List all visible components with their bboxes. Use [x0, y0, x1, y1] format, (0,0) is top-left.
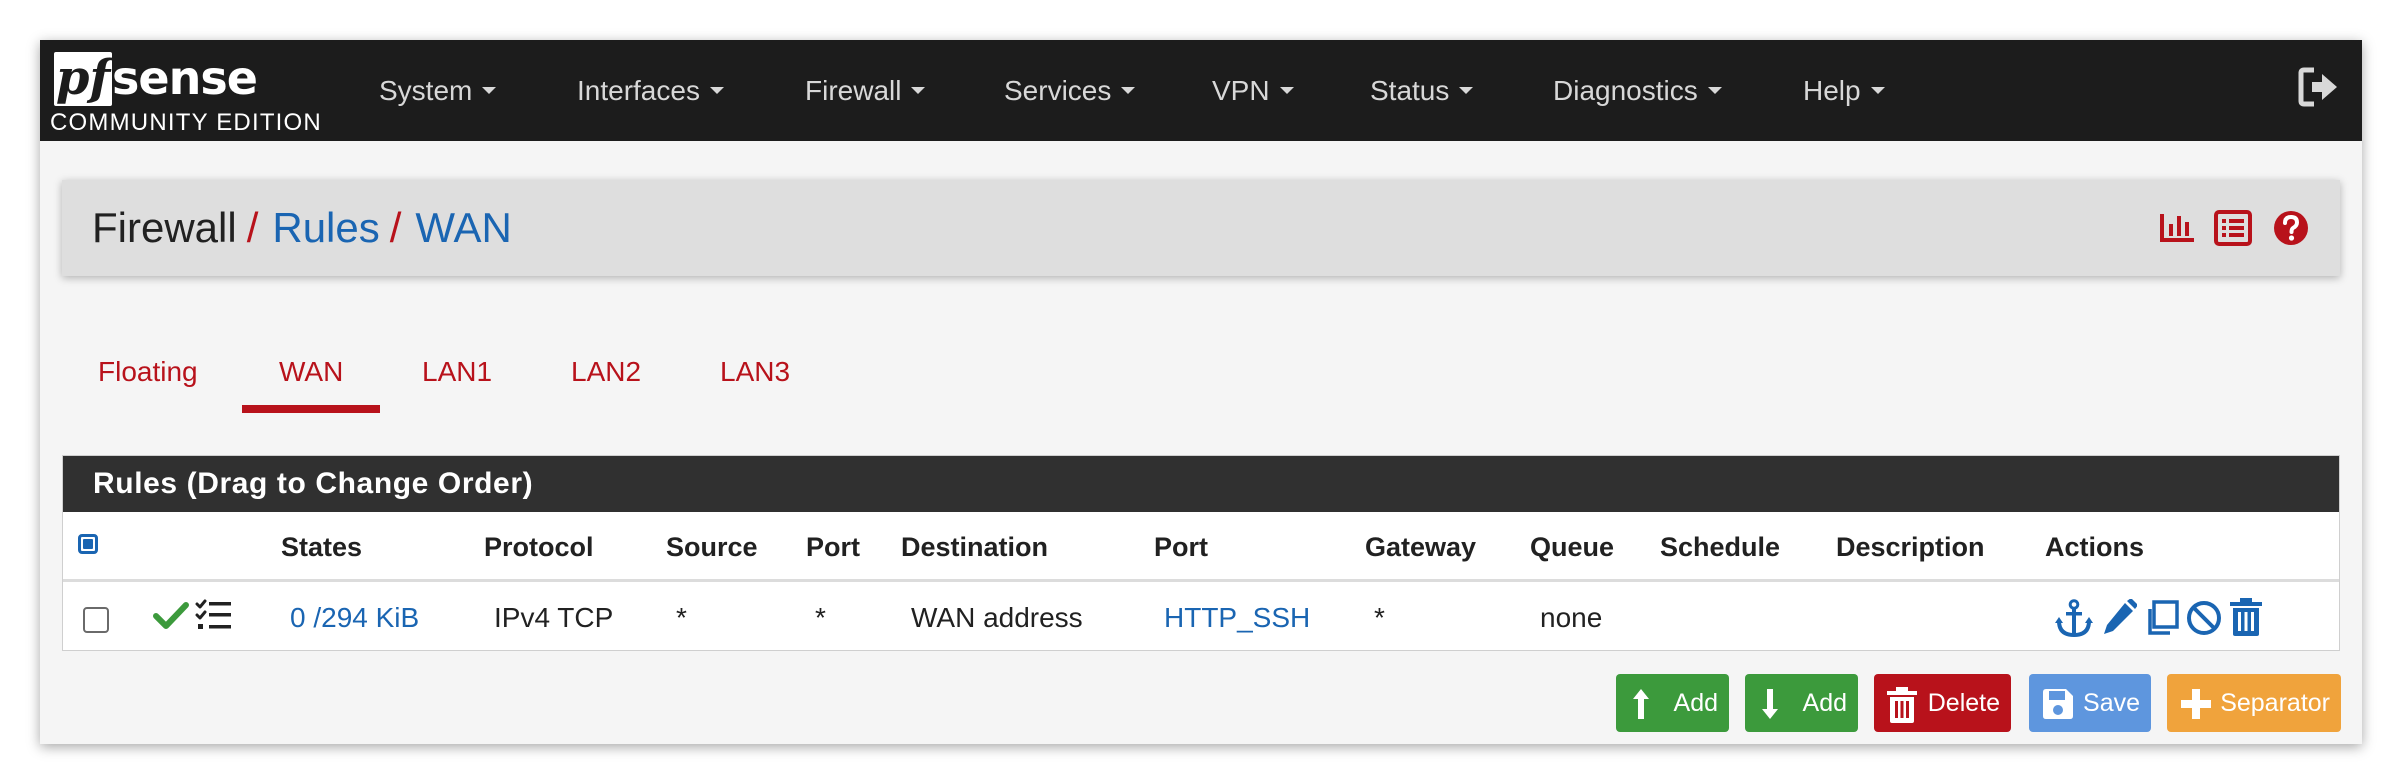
caret-down-icon [1459, 87, 1474, 95]
sign-out-icon[interactable] [2298, 66, 2340, 108]
rules-panel-title: Rules (Drag to Change Order) [63, 456, 2339, 512]
col-destination[interactable]: Destination [901, 512, 1048, 582]
logo-edition: COMMUNITY EDITION [50, 109, 322, 136]
caret-down-icon [1870, 87, 1885, 95]
add-top-label: Add [1673, 689, 1718, 717]
nav-vpn[interactable]: VPN [1212, 40, 1294, 141]
caret-down-icon [911, 87, 926, 95]
tab-lan3[interactable]: LAN3 [720, 352, 790, 392]
add-separator-button[interactable]: Separator [2167, 674, 2341, 732]
anchor-icon[interactable] [2055, 599, 2093, 639]
nav-services[interactable]: Services [1004, 40, 1136, 141]
breadcrumb-rules-link[interactable]: Rules [272, 204, 379, 251]
breadcrumb-separator: / [246, 204, 259, 251]
save-icon [2043, 689, 2073, 719]
col-protocol[interactable]: Protocol [484, 512, 594, 582]
nav-status-label: Status [1370, 75, 1450, 106]
col-actions: Actions [2045, 532, 2145, 562]
browser-page: pf sense COMMUNITY EDITION System Interf… [40, 40, 2362, 744]
logo-pf-mark: pf [54, 50, 112, 106]
save-button[interactable]: Save [2029, 674, 2151, 732]
cell-gateway: * [1374, 602, 1385, 633]
caret-down-icon [1707, 87, 1722, 95]
tab-lan1[interactable]: LAN1 [422, 352, 492, 392]
rules-table-header: States Protocol Source Port Destination … [63, 512, 2339, 582]
arrow-down-icon [1762, 689, 1778, 719]
row-checkbox[interactable] [83, 607, 109, 633]
logo-wordmark: sense [112, 51, 258, 105]
ban-icon[interactable] [2185, 599, 2223, 637]
pencil-icon[interactable] [2101, 599, 2137, 637]
tab-lan2[interactable]: LAN2 [571, 352, 641, 392]
tab-wan[interactable]: WAN [279, 352, 343, 392]
separator-label: Separator [2220, 689, 2330, 717]
col-states[interactable]: States [281, 512, 362, 582]
tasks-icon[interactable] [195, 599, 233, 633]
add-top-button[interactable]: Add [1616, 674, 1729, 732]
cell-states[interactable]: 0 /294 KiB [290, 585, 419, 651]
breadcrumb-wan-link[interactable]: WAN [415, 204, 511, 251]
cell-protocol: IPv4 TCP [494, 602, 614, 633]
pfsense-logo[interactable]: pf sense COMMUNITY EDITION [50, 48, 340, 136]
col-source-port[interactable]: Port [806, 512, 860, 582]
cell-source: * [676, 602, 687, 633]
nav-help[interactable]: Help [1803, 40, 1885, 141]
col-dest-port[interactable]: Port [1154, 512, 1208, 582]
nav-status[interactable]: Status [1370, 40, 1474, 141]
plus-icon [2181, 689, 2211, 719]
col-schedule[interactable]: Schedule [1660, 512, 1780, 582]
cell-source-port: * [815, 602, 826, 633]
trash-icon[interactable] [2229, 597, 2263, 637]
nav-interfaces-label: Interfaces [577, 75, 700, 106]
col-description[interactable]: Description [1836, 512, 1985, 582]
nav-services-label: Services [1004, 75, 1112, 106]
bar-chart-icon[interactable] [2158, 210, 2196, 246]
nav-system[interactable]: System [379, 40, 497, 141]
col-gateway[interactable]: Gateway [1365, 512, 1476, 582]
help-icon[interactable] [2272, 210, 2310, 246]
cell-destination: WAN address [911, 602, 1083, 633]
arrow-up-icon [1633, 689, 1649, 719]
caret-down-icon [482, 87, 497, 95]
active-tab-indicator [242, 405, 380, 413]
breadcrumb: Firewall / Rules / WAN [92, 180, 512, 276]
breadcrumb-panel: Firewall / Rules / WAN [62, 180, 2340, 276]
trash-icon [1887, 687, 1917, 723]
save-label: Save [2083, 689, 2140, 717]
rules-panel: Rules (Drag to Change Order) States Prot… [62, 455, 2340, 651]
check-icon [153, 602, 189, 629]
nav-diagnostics-label: Diagnostics [1553, 75, 1698, 106]
nav-system-label: System [379, 75, 473, 106]
breadcrumb-root: Firewall [92, 204, 237, 251]
nav-diagnostics[interactable]: Diagnostics [1553, 40, 1722, 141]
nav-firewall[interactable]: Firewall [805, 40, 926, 141]
nav-interfaces[interactable]: Interfaces [577, 40, 724, 141]
delete-button[interactable]: Delete [1874, 674, 2011, 732]
table-row[interactable]: 0 /294 KiB IPv4 TCP * * WAN address HTTP… [63, 585, 2339, 651]
tab-floating[interactable]: Floating [98, 352, 198, 392]
add-bottom-button[interactable]: Add [1745, 674, 1858, 732]
cell-queue: none [1540, 602, 1603, 633]
caret-down-icon [1279, 87, 1294, 95]
copy-icon[interactable] [2143, 599, 2181, 637]
nav-firewall-label: Firewall [805, 75, 902, 106]
nav-help-label: Help [1803, 75, 1861, 106]
nav-vpn-label: VPN [1212, 75, 1270, 106]
col-source[interactable]: Source [666, 512, 758, 582]
caret-down-icon [709, 87, 724, 95]
col-queue[interactable]: Queue [1530, 512, 1614, 582]
breadcrumb-separator: / [389, 204, 402, 251]
delete-label: Delete [1927, 689, 2000, 717]
top-navbar: pf sense COMMUNITY EDITION System Interf… [40, 40, 2362, 141]
add-bottom-label: Add [1802, 689, 1847, 717]
select-all-checkbox[interactable] [78, 534, 98, 554]
list-icon[interactable] [2214, 210, 2252, 246]
cell-dest-port[interactable]: HTTP_SSH [1164, 585, 1310, 651]
caret-down-icon [1121, 87, 1136, 95]
